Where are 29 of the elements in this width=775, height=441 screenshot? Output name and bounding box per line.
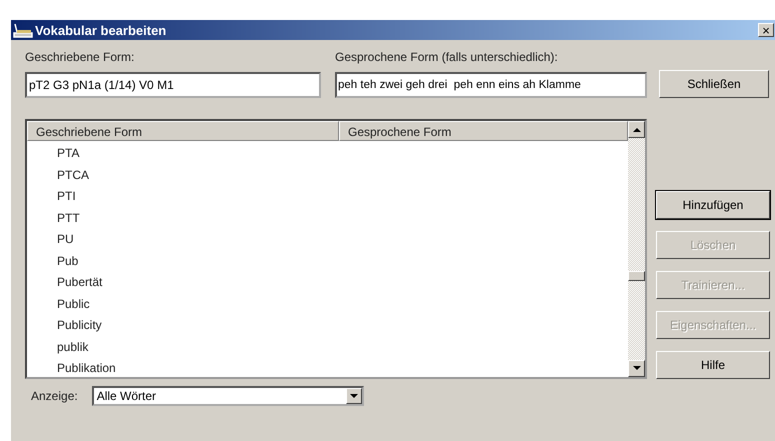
scroll-down-icon[interactable] xyxy=(628,360,645,377)
field-label: Gesprochene Form (falls unterschiedlich): xyxy=(335,50,559,64)
scrollbar[interactable] xyxy=(628,121,645,377)
list-item[interactable]: PTI xyxy=(27,186,628,208)
close-icon[interactable]: × xyxy=(758,23,774,37)
list-item[interactable]: Publikation xyxy=(27,358,628,380)
list-item[interactable]: PTCA xyxy=(27,164,628,186)
list-item[interactable]: PU xyxy=(27,229,628,250)
display-dropdown[interactable]: Alle Wörter xyxy=(92,386,364,406)
display-label: Anzeige: xyxy=(31,389,78,403)
field-label: Geschriebene Form: xyxy=(25,50,136,64)
list-item[interactable]: Publicity xyxy=(27,315,628,336)
list-item[interactable]: Public xyxy=(27,294,628,315)
list-item[interactable]: publik xyxy=(27,336,628,358)
close-button[interactable]: Schließen xyxy=(659,70,769,98)
action-button[interactable]: Hilfe xyxy=(656,351,770,379)
spoken-form-field[interactable]: peh teh zwei geh drei peh enn eins ah Klamme xyxy=(335,72,647,98)
list-item[interactable]: PTT xyxy=(27,208,628,229)
list-item[interactable]: Pub xyxy=(27,250,628,272)
list-item[interactable]: PTA xyxy=(27,143,628,164)
action-button[interactable]: Hinzufügen xyxy=(656,191,770,219)
column-header[interactable]: Geschriebene Form xyxy=(27,121,339,141)
caret-icon xyxy=(350,394,358,398)
list-item[interactable]: Pubertät xyxy=(27,272,628,294)
scroll-up-icon[interactable] xyxy=(628,121,645,138)
window-title: Vokabular bearbeiten xyxy=(35,22,166,38)
scroll-thumb[interactable] xyxy=(628,271,645,281)
written-form-field[interactable]: pT2 G3 pN1a (1/14) V0 M1 xyxy=(25,72,321,98)
column-header[interactable]: Gesprochene Form xyxy=(339,121,628,141)
